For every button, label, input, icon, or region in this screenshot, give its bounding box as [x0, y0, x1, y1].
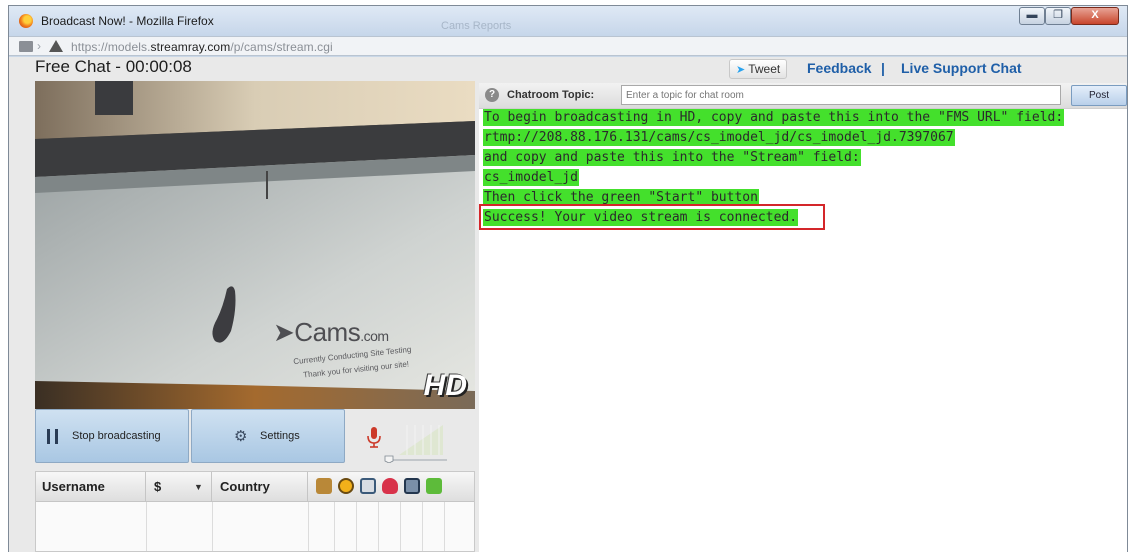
column-dollar-label: $: [154, 479, 162, 494]
volume-meter: [399, 425, 443, 455]
chat-message: To begin broadcasting in HD, copy and pa…: [483, 109, 1065, 126]
chat-message: cs_imodel_jd: [483, 169, 579, 186]
camera-icon[interactable]: [360, 478, 376, 494]
chat-log[interactable]: To begin broadcasting in HD, copy and pa…: [479, 109, 1127, 552]
table-column-divider: [422, 502, 423, 551]
video-preview: ➤Cams.com Currently Conducting Site Test…: [35, 81, 475, 409]
window-title: Broadcast Now! - Mozilla Firefox: [41, 14, 214, 28]
stop-broadcasting-button[interactable]: Stop broadcasting: [35, 409, 189, 463]
hd-badge: HD: [423, 369, 467, 402]
volume-slider[interactable]: [381, 455, 447, 463]
tweet-button[interactable]: ➤ Tweet: [729, 59, 788, 79]
webcam-frame: [35, 81, 475, 409]
success-highlight-box: [479, 204, 825, 230]
twitter-bird-icon: ➤: [736, 64, 746, 76]
page-icon: [19, 41, 33, 52]
table-column-divider: [212, 502, 213, 551]
chatroom-topic-label: Chatroom Topic:: [507, 89, 595, 101]
feedback-link[interactable]: Feedback: [807, 60, 872, 76]
table-column-divider: [400, 502, 401, 551]
warning-icon[interactable]: [49, 40, 63, 52]
table-header: Username $ ▼ Country: [36, 472, 474, 502]
chevron-down-icon[interactable]: ▼: [194, 472, 203, 502]
pause-icon: [47, 429, 58, 444]
table-column-divider: [356, 502, 357, 551]
url-domain: streamray.com: [150, 40, 231, 54]
chatroom-topic-input[interactable]: [621, 85, 1061, 105]
browser-window: Broadcast Now! - Mozilla Firefox Cams Re…: [8, 5, 1128, 552]
url-path: /p/cams/stream.cgi: [230, 40, 333, 54]
user-table: Username $ ▼ Country: [35, 471, 475, 552]
close-button[interactable]: X: [1071, 7, 1119, 25]
firefox-logo-icon: [19, 14, 33, 28]
chat-message: rtmp://208.88.176.131/cams/cs_imodel_jd/…: [483, 129, 955, 146]
settings-label: Settings: [260, 430, 300, 442]
url-text[interactable]: https://models.streamray.com/p/cams/stre…: [71, 40, 333, 54]
address-bar[interactable]: › https://models.streamray.com/p/cams/st…: [9, 36, 1127, 56]
table-column-divider: [308, 502, 309, 551]
minimize-button[interactable]: ▬: [1019, 7, 1045, 25]
money-icon[interactable]: [426, 478, 442, 494]
settings-button[interactable]: ⚙ Settings: [191, 409, 345, 463]
person-icon[interactable]: [316, 478, 332, 494]
chat-message: and copy and paste this into the "Stream…: [483, 149, 861, 166]
column-dollar[interactable]: $ ▼: [146, 472, 212, 502]
background-tab-title: Cams Reports: [441, 20, 512, 32]
title-bar: Broadcast Now! - Mozilla Firefox Cams Re…: [9, 6, 1127, 36]
smiley-icon[interactable]: [338, 478, 354, 494]
column-username[interactable]: Username: [36, 472, 146, 502]
live-support-chat-link[interactable]: Live Support Chat: [901, 60, 1022, 76]
heart-icon[interactable]: [382, 478, 398, 494]
stop-broadcasting-label: Stop broadcasting: [72, 430, 161, 442]
cams-logo-suffix: .com: [360, 328, 389, 344]
chatroom-topic-bar: ? Chatroom Topic: Post: [479, 83, 1127, 109]
address-separator: ›: [37, 39, 41, 53]
table-column-divider: [146, 502, 147, 551]
column-country[interactable]: Country: [212, 472, 308, 502]
link-separator: |: [881, 60, 885, 76]
table-column-divider: [334, 502, 335, 551]
cams-logo-text: Cams: [294, 317, 361, 347]
table-column-divider: [444, 502, 445, 551]
post-button[interactable]: Post: [1071, 85, 1127, 106]
tablet-icon[interactable]: [404, 478, 420, 494]
page-content: Free Chat - 00:00:08 ➤ Tweet Feedback | L…: [9, 57, 1127, 552]
maximize-button[interactable]: ❐: [1045, 7, 1071, 25]
tweet-label: Tweet: [748, 62, 781, 76]
url-prefix: https://models.: [71, 40, 151, 54]
microphone-icon[interactable]: [367, 427, 381, 449]
gear-icon: ⚙: [234, 428, 248, 445]
page-title: Free Chat - 00:00:08: [35, 57, 192, 76]
help-icon[interactable]: ?: [485, 88, 499, 102]
cams-logo: ➤Cams.com: [273, 317, 389, 347]
table-column-divider: [378, 502, 379, 551]
